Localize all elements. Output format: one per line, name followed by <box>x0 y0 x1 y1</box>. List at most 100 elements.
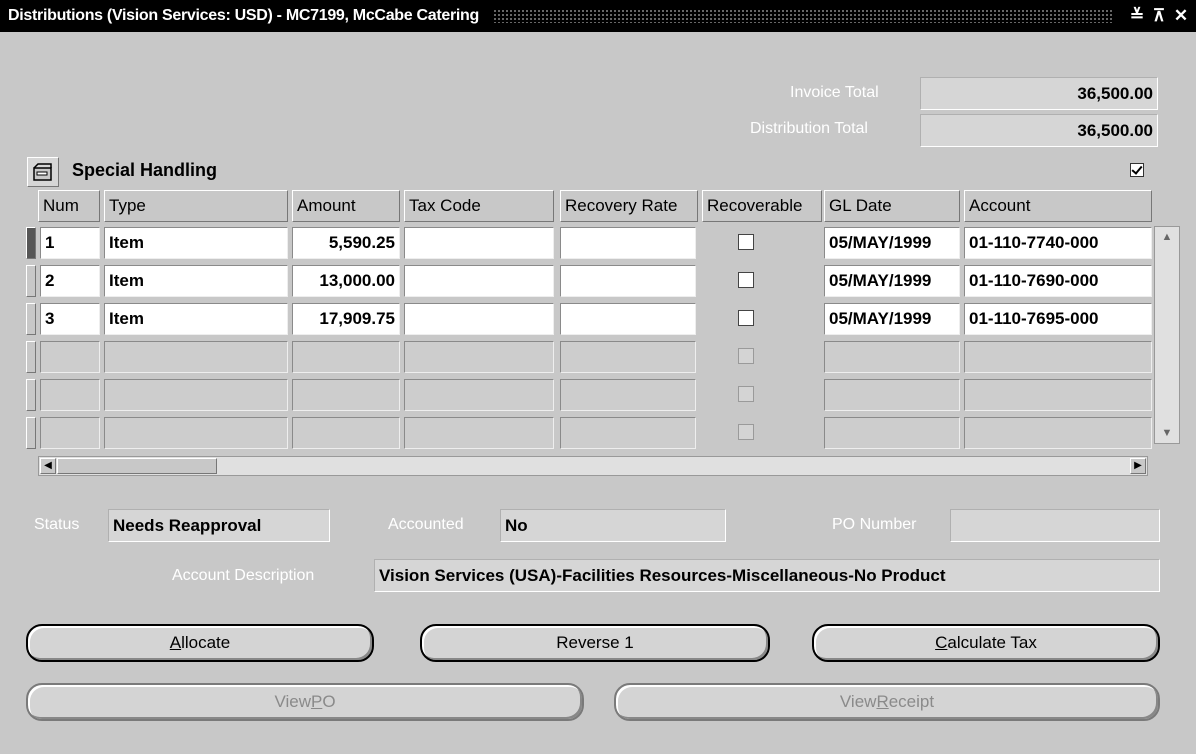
row-indicator[interactable] <box>26 265 36 297</box>
cell-gl-date[interactable] <box>824 417 960 449</box>
po-number-label: PO Number <box>832 516 917 533</box>
recoverable-checkbox <box>738 424 754 440</box>
reverse-button[interactable]: Reverse 1 <box>420 624 770 662</box>
calculate-tax-button[interactable]: Calculate Tax <box>812 624 1160 662</box>
accounted-field[interactable]: No <box>500 509 726 542</box>
special-handling-checkbox[interactable] <box>1130 163 1144 177</box>
cell-account[interactable] <box>964 379 1152 411</box>
scrollbar-thumb[interactable] <box>57 458 217 474</box>
calculate-tax-button-label-post: alculate Tax <box>947 633 1037 652</box>
col-header-amount: Amount <box>292 190 400 222</box>
window-titlebar: Distributions (Vision Services: USD) - M… <box>0 0 1196 32</box>
allocate-button-mnemonic: A <box>169 633 182 652</box>
allocate-button[interactable]: Allocate <box>26 624 374 662</box>
cell-num[interactable] <box>40 417 100 449</box>
status-field[interactable]: Needs Reapproval <box>108 509 330 542</box>
col-header-tax-code: Tax Code <box>404 190 554 222</box>
cell-tax-code[interactable] <box>404 379 554 411</box>
cell-gl-date[interactable] <box>824 341 960 373</box>
row-indicator[interactable] <box>26 379 36 411</box>
cell-tax-code[interactable] <box>404 265 554 297</box>
maximize-icon[interactable]: ⊼ <box>1148 6 1170 26</box>
po-number-field[interactable] <box>950 509 1160 542</box>
col-header-num: Num <box>38 190 100 222</box>
close-icon[interactable]: ✕ <box>1170 6 1192 26</box>
special-handling-label: Special Handling <box>72 160 218 180</box>
cell-recovery-rate[interactable] <box>560 227 696 259</box>
col-header-gl-date: GL Date <box>824 190 960 222</box>
cell-amount[interactable] <box>292 341 400 373</box>
cell-amount[interactable]: 5,590.25 <box>292 227 400 259</box>
accounted-label: Accounted <box>388 516 464 533</box>
cell-gl-date[interactable]: 05/MAY/1999 <box>824 265 960 297</box>
cell-tax-code[interactable] <box>404 341 554 373</box>
cell-gl-date[interactable]: 05/MAY/1999 <box>824 303 960 335</box>
cell-gl-date[interactable] <box>824 379 960 411</box>
row-indicator[interactable] <box>26 227 36 259</box>
col-header-recoverable: Recoverable <box>702 190 822 222</box>
cell-account[interactable]: 01-110-7695-000 <box>964 303 1152 335</box>
row-indicator[interactable] <box>26 417 36 449</box>
cell-type[interactable] <box>104 379 288 411</box>
col-header-type: Type <box>104 190 288 222</box>
account-description-label: Account Description <box>172 567 315 584</box>
horizontal-scrollbar[interactable]: ◀ ▶ <box>38 456 1148 476</box>
col-header-recovery-rate: Recovery Rate <box>560 190 698 222</box>
cell-account[interactable]: 01-110-7740-000 <box>964 227 1152 259</box>
reverse-button-label: Reverse 1 <box>556 633 634 652</box>
cell-recovery-rate[interactable] <box>560 417 696 449</box>
cell-amount[interactable] <box>292 379 400 411</box>
recoverable-checkbox[interactable] <box>738 310 754 326</box>
cell-type[interactable]: Item <box>104 265 288 297</box>
invoice-total-field[interactable]: 36,500.00 <box>920 77 1158 110</box>
recoverable-checkbox[interactable] <box>738 234 754 250</box>
cell-type[interactable] <box>104 341 288 373</box>
cell-amount[interactable]: 17,909.75 <box>292 303 400 335</box>
cell-num[interactable] <box>40 341 100 373</box>
view-receipt-button-mnemonic: R <box>876 692 889 711</box>
distribution-total-label: Distribution Total <box>750 120 868 137</box>
recoverable-checkbox <box>738 348 754 364</box>
cell-tax-code[interactable] <box>404 303 554 335</box>
view-receipt-button[interactable]: View Receipt <box>614 683 1160 721</box>
cell-type[interactable] <box>104 417 288 449</box>
view-po-button-mnemonic: P <box>310 692 323 711</box>
cell-recovery-rate[interactable] <box>560 341 696 373</box>
cell-recovery-rate[interactable] <box>560 265 696 297</box>
scroll-down-icon[interactable]: ▼ <box>1159 425 1175 441</box>
cell-tax-code[interactable] <box>404 227 554 259</box>
cell-recovery-rate[interactable] <box>560 303 696 335</box>
view-po-button-label-post: O <box>322 692 336 711</box>
cell-account[interactable] <box>964 417 1152 449</box>
cell-gl-date[interactable]: 05/MAY/1999 <box>824 227 960 259</box>
status-label: Status <box>34 516 80 533</box>
cell-num[interactable]: 3 <box>40 303 100 335</box>
scroll-right-icon[interactable]: ▶ <box>1130 458 1146 474</box>
special-handling-button[interactable] <box>27 157 59 187</box>
view-po-button-label-pre: View <box>274 692 311 711</box>
account-description-field[interactable]: Vision Services (USA)-Facilities Resourc… <box>374 559 1160 592</box>
recoverable-checkbox[interactable] <box>738 272 754 288</box>
cell-recovery-rate[interactable] <box>560 379 696 411</box>
cell-num[interactable]: 2 <box>40 265 100 297</box>
vertical-scrollbar[interactable]: ▲ ▼ <box>1154 226 1180 444</box>
titlebar-drag-grip[interactable] <box>493 9 1114 23</box>
row-indicator[interactable] <box>26 341 36 373</box>
cell-tax-code[interactable] <box>404 417 554 449</box>
recoverable-checkbox <box>738 386 754 402</box>
cell-num[interactable]: 1 <box>40 227 100 259</box>
cell-num[interactable] <box>40 379 100 411</box>
row-indicator[interactable] <box>26 303 36 335</box>
cell-type[interactable]: Item <box>104 227 288 259</box>
distribution-total-field[interactable]: 36,500.00 <box>920 114 1158 147</box>
cell-amount[interactable]: 13,000.00 <box>292 265 400 297</box>
cell-amount[interactable] <box>292 417 400 449</box>
minimize-icon[interactable]: ≚ <box>1126 6 1148 26</box>
cell-account[interactable]: 01-110-7690-000 <box>964 265 1152 297</box>
view-po-button[interactable]: View PO <box>26 683 584 721</box>
scroll-left-icon[interactable]: ◀ <box>40 458 56 474</box>
window-title: Distributions (Vision Services: USD) - M… <box>8 7 480 24</box>
cell-type[interactable]: Item <box>104 303 288 335</box>
scroll-up-icon[interactable]: ▲ <box>1159 229 1175 245</box>
cell-account[interactable] <box>964 341 1152 373</box>
